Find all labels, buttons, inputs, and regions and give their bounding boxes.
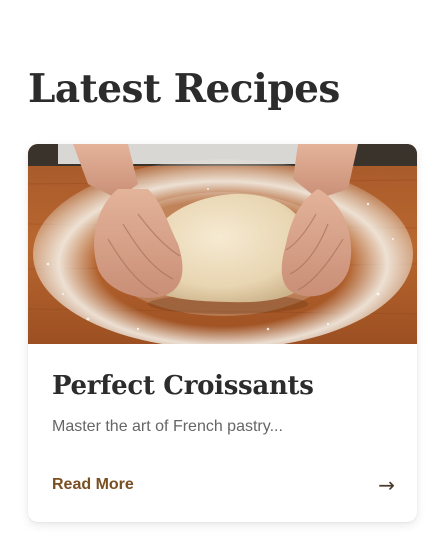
- section-title: Latest Recipes: [28, 66, 340, 112]
- read-more-link[interactable]: Read More: [52, 476, 134, 494]
- recipe-image[interactable]: [28, 144, 417, 344]
- recipe-description: Master the art of French pastry...: [52, 418, 283, 435]
- arrow-right-icon[interactable]: →: [378, 473, 395, 497]
- read-more-link-row[interactable]: Read More →: [52, 472, 395, 498]
- recipe-title[interactable]: Perfect Croissants: [52, 366, 314, 406]
- recipe-card[interactable]: Perfect Croissants Master the art of Fre…: [28, 144, 417, 522]
